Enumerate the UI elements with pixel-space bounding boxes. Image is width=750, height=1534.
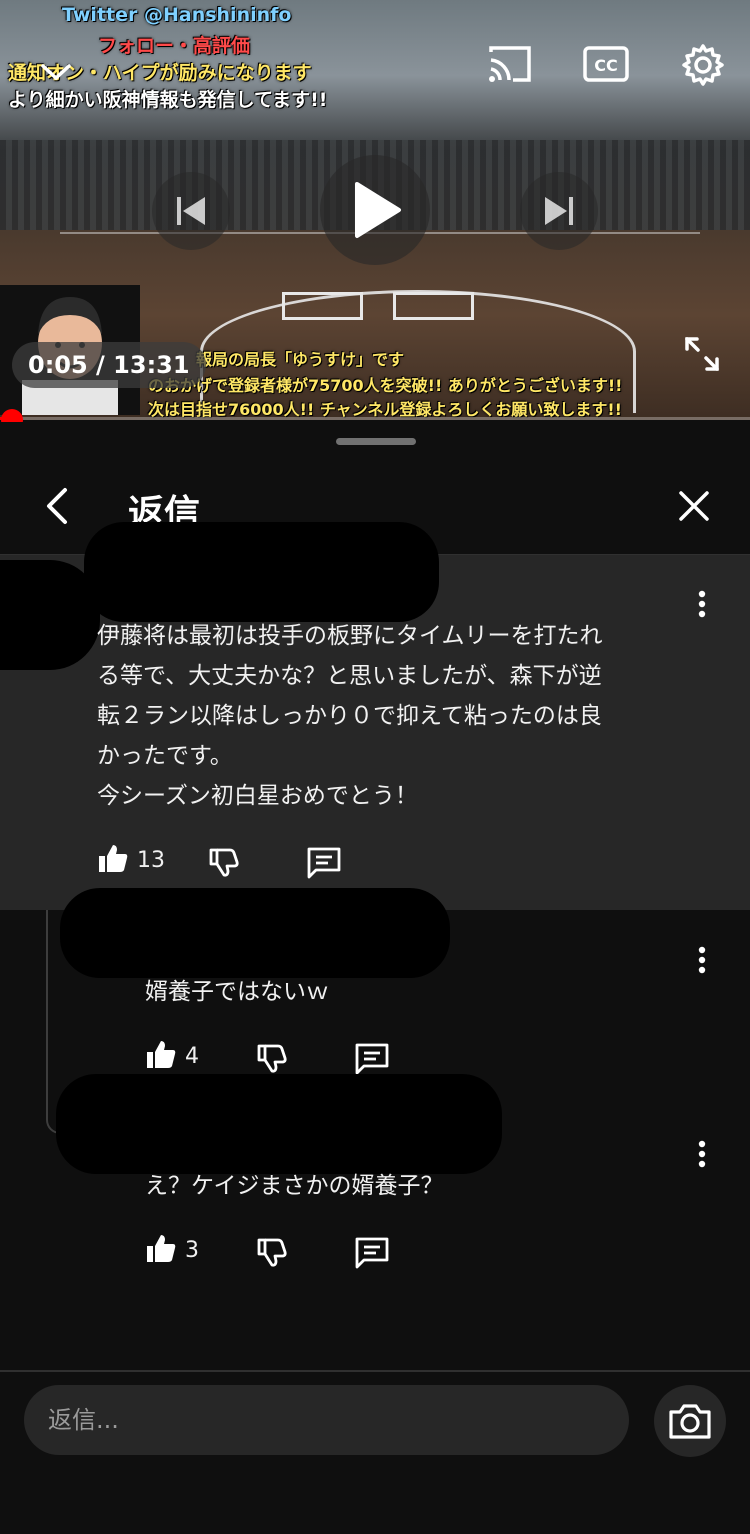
- footer-divider: [0, 1370, 750, 1372]
- comment-text: 伊藤将は最初は投手の板野にタイムリーを打たれ る等で、大丈夫かな？と思いましたが…: [97, 616, 603, 816]
- reply-comment-icon[interactable]: [352, 1234, 392, 1272]
- like-count: 3: [185, 1237, 199, 1263]
- like-count: 4: [185, 1043, 199, 1069]
- overlay-line-2: フォロー・高評価: [98, 35, 251, 57]
- skip-previous-icon[interactable]: [152, 172, 230, 250]
- more-options-icon[interactable]: [688, 586, 716, 622]
- svg-text:CC: CC: [594, 56, 617, 75]
- reply-comment-icon[interactable]: [352, 1040, 392, 1078]
- camera-icon[interactable]: [654, 1385, 726, 1457]
- cc-icon[interactable]: CC: [582, 42, 630, 86]
- comment-line: 転２ラン以降はしっかり０で抑えて粘ったのは良: [97, 703, 602, 729]
- progress-bar[interactable]: [0, 417, 750, 420]
- reply-actions: 4: [145, 1038, 199, 1074]
- back-arrow-icon[interactable]: [36, 482, 76, 530]
- skip-next-icon[interactable]: [520, 172, 598, 250]
- more-options-icon[interactable]: [688, 1136, 716, 1172]
- thumbs-up-icon[interactable]: [145, 1232, 177, 1268]
- overlay-bottom-1: 報局の局長「ゆうすけ」です: [196, 350, 405, 369]
- thumbs-down-icon[interactable]: [206, 844, 242, 880]
- comment-actions: 13: [97, 842, 165, 878]
- like-count: 13: [137, 847, 165, 873]
- comment-line: かったです。: [97, 743, 233, 769]
- reply-input[interactable]: [24, 1385, 629, 1455]
- drag-handle[interactable]: [336, 438, 416, 445]
- redacted-username: [84, 522, 439, 622]
- more-options-icon[interactable]: [688, 942, 716, 978]
- reply-text: え？ケイジまさかの婿養子？: [145, 1173, 444, 1199]
- gear-icon[interactable]: [680, 42, 726, 88]
- thumbs-up-icon[interactable]: [145, 1038, 177, 1074]
- close-icon[interactable]: [674, 486, 714, 526]
- replies-panel: 返信 伊藤将は最初は投手の板野にタイムリーを打たれ る等で、大丈夫かな？と思いま…: [0, 422, 750, 1534]
- thumbs-down-icon[interactable]: [254, 1234, 290, 1270]
- thumbs-down-icon[interactable]: [254, 1040, 290, 1076]
- video-player[interactable]: Twitter @Hanshininfo フォロー・高評価 通知オン・ハイプが励…: [0, 0, 750, 420]
- comment-line: 今シーズン初白星おめでとう！: [97, 783, 418, 809]
- overlay-bottom-2: のおかげで登録者様が75700人を突破!! ありがとうございます!!: [148, 376, 623, 395]
- thumbs-up-icon[interactable]: [97, 842, 129, 878]
- reply-text: 婿養子ではないｗ: [145, 979, 329, 1005]
- reply-comment-icon[interactable]: [304, 844, 344, 882]
- chevron-down-icon[interactable]: [34, 52, 78, 92]
- fullscreen-icon[interactable]: [682, 334, 722, 374]
- play-icon[interactable]: [320, 155, 430, 265]
- reply-actions: 3: [145, 1232, 199, 1268]
- redacted-username: [60, 888, 450, 978]
- comment-line: る等で、大丈夫かな？と思いましたが、森下が逆: [97, 663, 602, 689]
- cast-icon[interactable]: [486, 42, 534, 86]
- comment-line: 伊藤将は最初は投手の板野にタイムリーを打たれ: [97, 623, 603, 649]
- overlay-line-1: Twitter @Hanshininfo: [62, 4, 292, 26]
- redacted-username: [56, 1074, 502, 1174]
- video-time: 0:05 / 13:31: [12, 342, 206, 388]
